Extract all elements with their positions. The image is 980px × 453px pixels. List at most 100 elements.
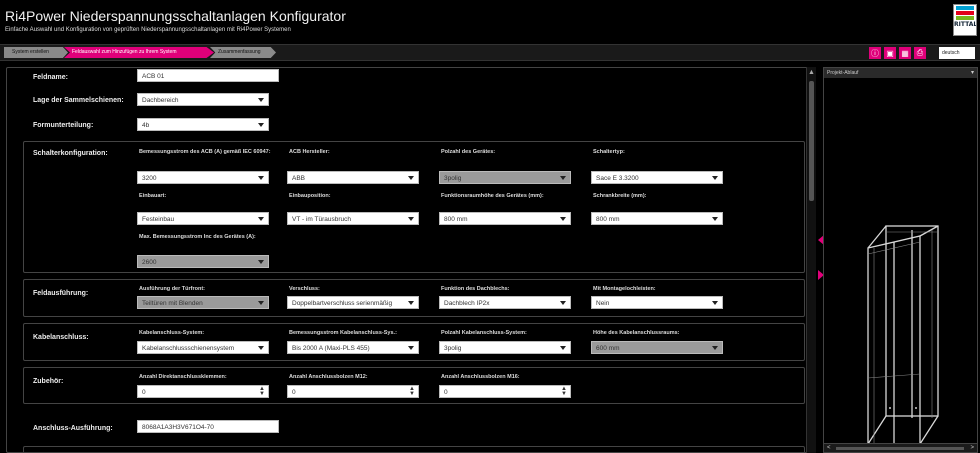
einbauposition-label: Einbauposition: [289, 193, 331, 199]
chevron-down-icon [408, 301, 414, 305]
chevron-down-icon [258, 98, 264, 102]
next-fieldset [23, 446, 805, 452]
spinner-icon[interactable]: ▲ ▼ [561, 386, 567, 397]
kabel-system-select[interactable]: Kabelanschlussschienensystem [137, 341, 269, 354]
einbauposition-select[interactable]: VT - im Türausbruch [287, 212, 419, 225]
form-scrollbar[interactable]: ▲ [806, 67, 816, 453]
chevron-down-icon [258, 123, 264, 127]
dachblech-label: Funktion des Dachblechs: [441, 286, 510, 292]
chevron-down-icon [258, 260, 264, 264]
direkt-label: Anzahl Direktanschlussklemmen: [139, 374, 227, 380]
schalter-fieldset [23, 141, 805, 273]
schaltertyp-select[interactable]: Sace E 3.3200 [591, 171, 723, 184]
chevron-down-icon [258, 346, 264, 350]
spinner-icon[interactable]: ▲ ▼ [409, 386, 415, 397]
scroll-left-icon[interactable]: < [827, 444, 831, 453]
formunterteilung-select[interactable]: 4b [137, 118, 269, 131]
chevron-down-icon [712, 217, 718, 221]
schrankbreite-select[interactable]: 800 mm [591, 212, 723, 225]
montage-label: Mit Montagelochleisten: [593, 286, 656, 292]
preview-header: Projekt-Ablauf ▾ [824, 68, 977, 78]
bemessungsstrom-label: Bemessungsstrom des ACB (A) gemäß IEC 60… [139, 149, 271, 155]
chevron-down-icon [560, 217, 566, 221]
save-button[interactable]: ▦ [899, 47, 911, 59]
tuerfront-label: Ausführung der Türfront: [139, 286, 205, 292]
feldname-input[interactable]: ACB 01 [137, 69, 279, 82]
m12-label: Anzahl Anschlussbolzen M12: [289, 374, 368, 380]
verschluss-select[interactable]: Doppelbartverschluss serienmäßig [287, 296, 419, 309]
print-icon: ⎙ [916, 48, 924, 57]
chevron-down-icon [258, 217, 264, 221]
preview-title: Projekt-Ablauf [827, 70, 859, 76]
tuerfront-select[interactable]: Teiltüren mit Blenden [137, 296, 269, 309]
kabel-hoehe-select[interactable]: 600 mm [591, 341, 723, 354]
print-button[interactable]: ⎙ [914, 47, 926, 59]
schaltertyp-label: Schaltertyp: [593, 149, 625, 155]
info-button[interactable]: ⓘ [869, 47, 881, 59]
max-strom-select[interactable]: 2600 [137, 255, 269, 268]
folder-icon: ▣ [886, 48, 894, 58]
kabel-strom-label: Bemessungsstrom Kabelanschluss-Sys.: [289, 330, 397, 336]
verschluss-label: Verschluss: [289, 286, 320, 292]
chevron-down-icon [408, 217, 414, 221]
kabelanschluss-label: Kabelanschluss: [33, 334, 89, 341]
step-system-erstellen[interactable]: System erstellen [4, 47, 68, 58]
app-header: Ri4Power Niederspannungsschaltanlagen Ko… [0, 0, 980, 44]
feldausfuehrung-label: Feldausführung: [33, 290, 89, 297]
chevron-down-icon [712, 176, 718, 180]
chevron-down-icon[interactable]: ▾ [971, 68, 974, 78]
config-form: Feldname: ACB 01 Lage der Sammelschienen… [6, 67, 814, 453]
open-button[interactable]: ▣ [884, 47, 896, 59]
chevron-down-icon [712, 301, 718, 305]
dachblech-select[interactable]: Dachblech IP2x [439, 296, 571, 309]
lage-label: Lage der Sammelschienen: [33, 97, 124, 104]
chevron-down-icon [712, 346, 718, 350]
funktionsraumhoehe-label: Funktionsraumhöhe des Gerätes (mm): [441, 193, 544, 199]
hersteller-label: ACB Hersteller: [289, 149, 330, 155]
kabel-hoehe-label: Höhe des Kabelanschlussraums: [593, 330, 680, 336]
polzahl-select[interactable]: 3polig [439, 171, 571, 184]
formunterteilung-label: Formunterteilung: [33, 122, 94, 129]
m16-stepper[interactable]: 0 ▲ ▼ [439, 385, 571, 398]
hersteller-select[interactable]: ABB [287, 171, 419, 184]
montage-select[interactable]: Nein [591, 296, 723, 309]
save-icon: ▦ [901, 48, 909, 58]
kabel-system-label: Kabelanschluss-System: [139, 330, 205, 336]
scroll-right-icon[interactable]: > [970, 444, 974, 453]
funktionsraumhoehe-select[interactable]: 800 mm [439, 212, 571, 225]
max-strom-label: Max. Bemessungsstrom Inc des Gerätes (A)… [139, 234, 256, 240]
m12-stepper[interactable]: 0 ▲ ▼ [287, 385, 419, 398]
zubehoer-label: Zubehör: [33, 378, 64, 385]
anschluss-input[interactable]: 8068A1A3H3V671O4-70 [137, 420, 279, 433]
chevron-down-icon [258, 301, 264, 305]
lage-select[interactable]: Dachbereich [137, 93, 269, 106]
chevron-down-icon [408, 176, 414, 180]
kabel-polzahl-select[interactable]: 3polig [439, 341, 571, 354]
anschluss-label: Anschluss-Ausführung: [33, 425, 113, 432]
einbauart-label: Einbauart: [139, 193, 167, 199]
preview-scroll-thumb[interactable] [836, 447, 964, 450]
chevron-down-icon [560, 301, 566, 305]
bemessungsstrom-select[interactable]: 3200 [137, 171, 269, 184]
direkt-stepper[interactable]: 0 ▲ ▼ [137, 385, 269, 398]
kabel-polzahl-label: Polzahl Kabelanschluss-System: [441, 330, 527, 336]
step-feldauswahl[interactable]: Feldauswahl zum Hinzufügen zu Ihrem Syst… [64, 47, 214, 58]
chevron-up-icon[interactable]: ▲ [808, 69, 815, 76]
schrankbreite-label: Schrankbreite (mm): [593, 193, 647, 199]
preview-scrollbar[interactable]: < > [824, 443, 977, 452]
app-subtitle: Einfache Auswahl und Konfiguration von g… [5, 27, 291, 33]
chevron-down-icon [560, 346, 566, 350]
m16-label: Anzahl Anschlussbolzen M16: [441, 374, 520, 380]
step-zusammenfassung[interactable]: Zusammenfassung [210, 47, 276, 58]
einbauart-select[interactable]: Festeinbau [137, 212, 269, 225]
chevron-down-icon [258, 176, 264, 180]
scroll-thumb[interactable] [809, 81, 814, 201]
chevron-down-icon [408, 346, 414, 350]
spinner-icon[interactable]: ▲ ▼ [259, 386, 265, 397]
chevron-down-icon [560, 176, 566, 180]
wizard-nav: System erstellen Feldauswahl zum Hinzufü… [0, 44, 980, 61]
language-select[interactable]: deutsch [939, 47, 975, 59]
kabel-strom-select[interactable]: Bis 2000 A (Maxi-PLS 455) [287, 341, 419, 354]
info-icon: ⓘ [871, 48, 879, 58]
rittal-logo: RITTAL [953, 4, 977, 36]
